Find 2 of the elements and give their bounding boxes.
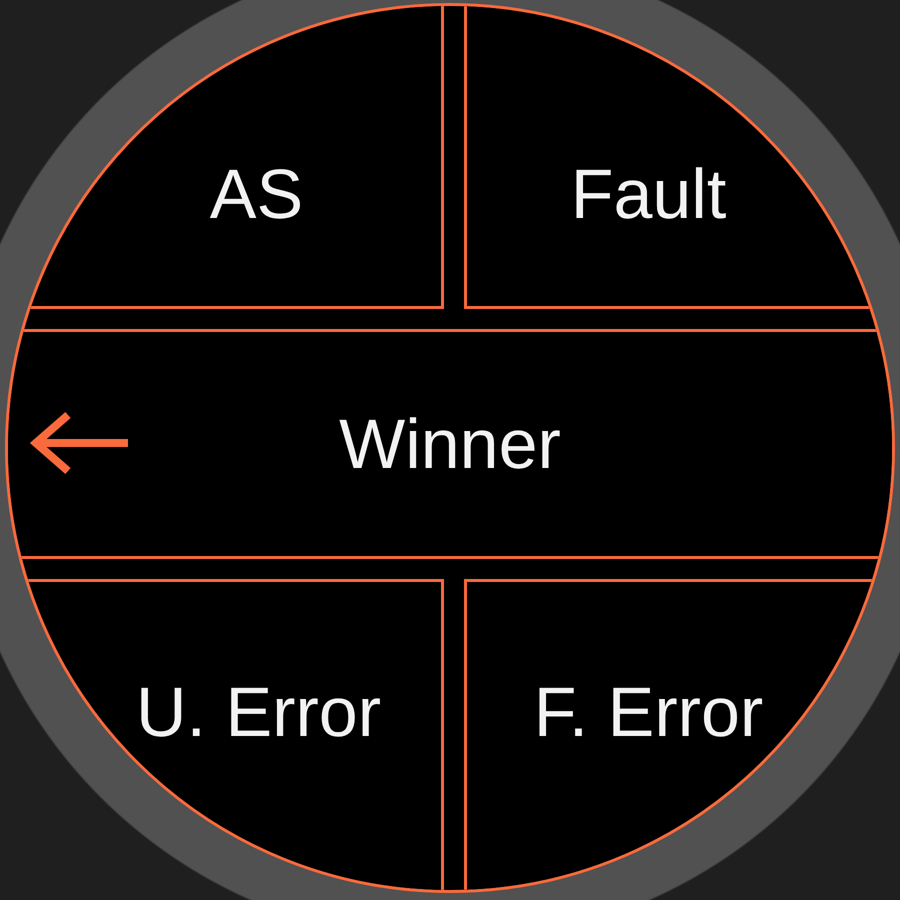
option-button[interactable]: Winner xyxy=(8,329,892,559)
left-arrow-icon xyxy=(30,411,130,475)
